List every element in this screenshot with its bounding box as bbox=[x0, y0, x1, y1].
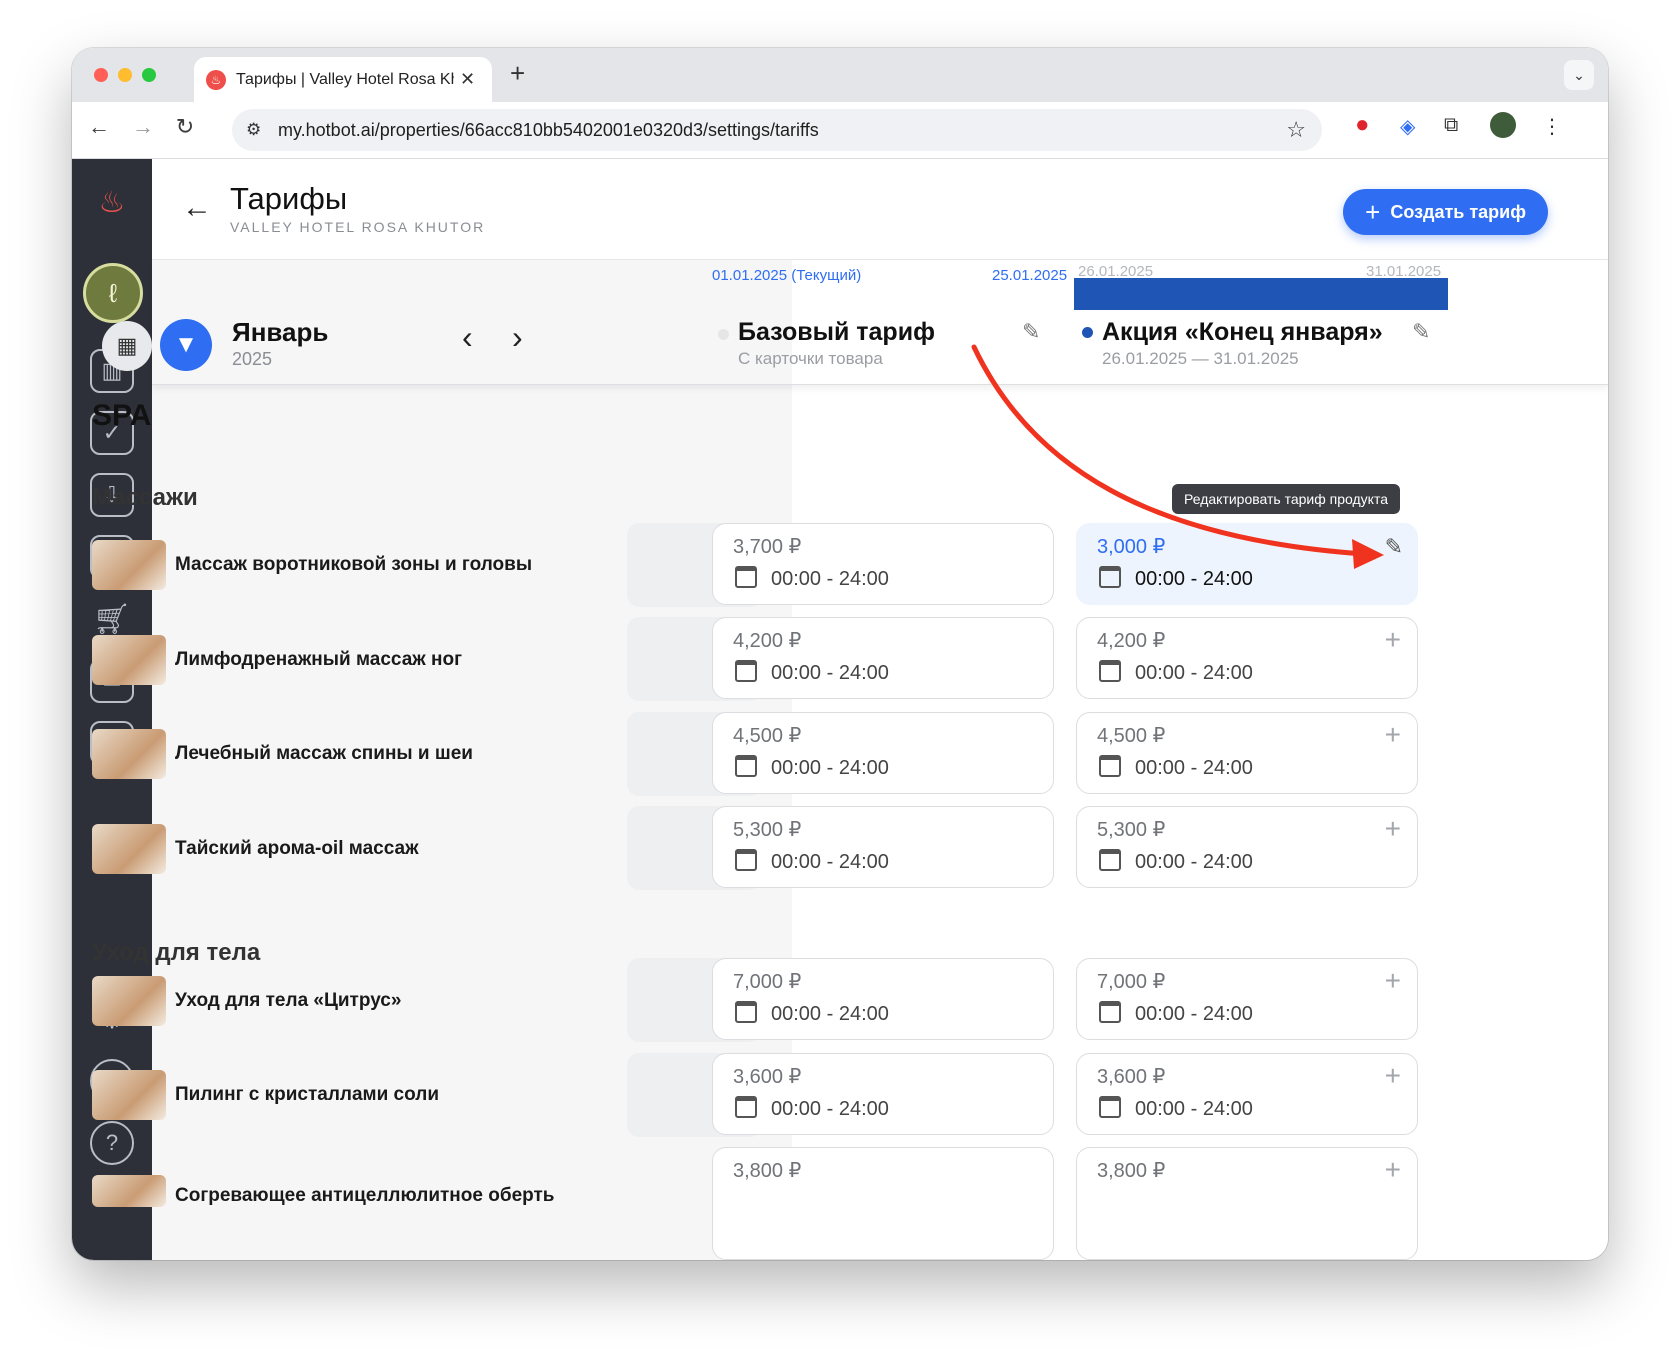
browser-menu-icon[interactable]: ⋮ bbox=[1542, 114, 1562, 139]
address-bar[interactable]: ⚙ my.hotbot.ai/properties/66acc810bb5402… bbox=[232, 109, 1322, 151]
url-text: my.hotbot.ai/properties/66acc810bb540200… bbox=[278, 120, 819, 140]
new-tab-icon[interactable]: + bbox=[510, 58, 525, 89]
app-root: ♨ ℓ ▥ ✓ ⇩ ☆ 🛒︎ ✉ ⋯ ⚙ ◠ ? ← Тарифы VALLEY… bbox=[72, 159, 1608, 1260]
minimize-window-button[interactable] bbox=[118, 68, 132, 82]
back-icon[interactable]: ← bbox=[84, 114, 114, 140]
hotbot-favicon-icon: ♨ bbox=[206, 69, 226, 90]
opera-extension-icon[interactable]: ● bbox=[1355, 111, 1370, 139]
zoom-window-button[interactable] bbox=[142, 68, 156, 82]
extensions-puzzle-icon[interactable]: ⧉ bbox=[1444, 114, 1458, 137]
chevron-down-icon[interactable]: ⌄ bbox=[1564, 60, 1594, 90]
annotation-arrow bbox=[971, 344, 1384, 569]
browser-window: ♨ Тарифы | Valley Hotel Rosa Kh ✕ + ⌄ ← … bbox=[72, 48, 1608, 1260]
reload-icon[interactable]: ↻ bbox=[170, 114, 200, 140]
tag-extension-icon[interactable]: ◈ bbox=[1400, 114, 1415, 139]
profile-avatar[interactable] bbox=[1490, 112, 1516, 138]
tab-title: Тарифы | Valley Hotel Rosa Kh bbox=[236, 70, 454, 88]
browser-tab[interactable]: ♨ Тарифы | Valley Hotel Rosa Kh ✕ bbox=[194, 57, 492, 102]
tab-strip: ♨ Тарифы | Valley Hotel Rosa Kh ✕ + ⌄ bbox=[72, 48, 1608, 102]
site-settings-icon[interactable]: ⚙ bbox=[246, 120, 261, 140]
close-icon[interactable]: ✕ bbox=[460, 69, 475, 90]
browser-toolbar: ← → ↻ ⚙ my.hotbot.ai/properties/66acc810… bbox=[72, 102, 1608, 159]
annotation-arrow-line bbox=[971, 344, 1367, 557]
forward-icon[interactable]: → bbox=[128, 114, 158, 140]
bookmark-star-icon[interactable]: ☆ bbox=[1286, 117, 1306, 143]
close-window-button[interactable] bbox=[94, 68, 108, 82]
annotation-arrow-head bbox=[1352, 539, 1384, 569]
